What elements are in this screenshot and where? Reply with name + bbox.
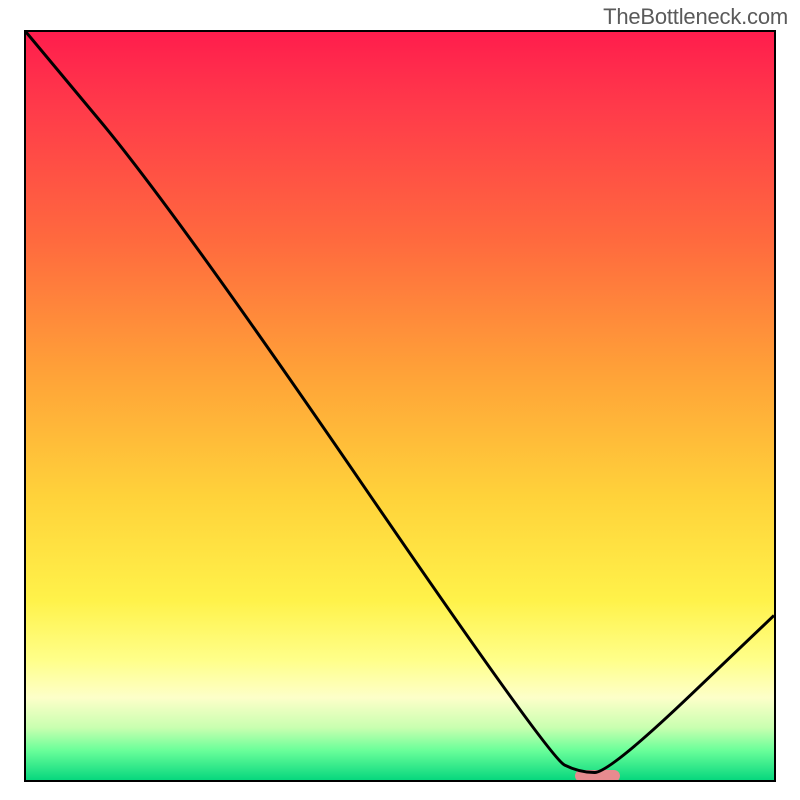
curve-path (26, 32, 774, 773)
bottleneck-curve (26, 32, 774, 780)
chart-container: TheBottleneck.com (0, 0, 800, 800)
plot-area (24, 30, 776, 782)
watermark-text: TheBottleneck.com (603, 4, 788, 30)
